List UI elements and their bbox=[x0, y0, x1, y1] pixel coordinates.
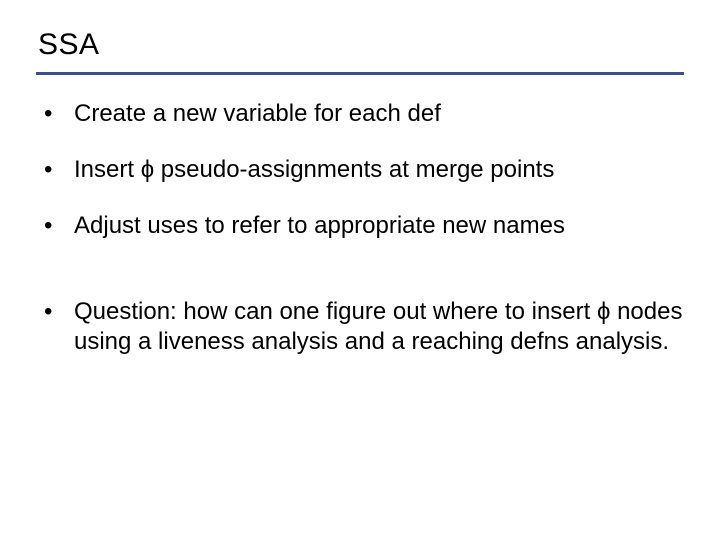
title-underline bbox=[36, 72, 684, 75]
bullet-list: Create a new variable for each def Inser… bbox=[36, 99, 684, 357]
slide: SSA Create a new variable for each def I… bbox=[0, 0, 720, 540]
slide-title: SSA bbox=[38, 28, 684, 62]
bullet-item: Question: how can one figure out where t… bbox=[36, 297, 684, 357]
bullet-item: Insert ϕ pseudo-assignments at merge poi… bbox=[36, 155, 684, 185]
bullet-item: Adjust uses to refer to appropriate new … bbox=[36, 211, 684, 241]
spacer bbox=[36, 267, 684, 297]
bullet-item: Create a new variable for each def bbox=[36, 99, 684, 129]
